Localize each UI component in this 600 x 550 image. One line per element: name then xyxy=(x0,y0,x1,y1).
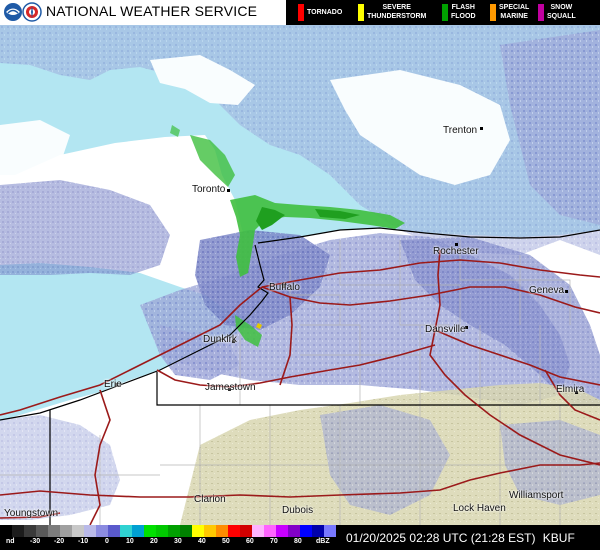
scale-swatch xyxy=(324,525,336,537)
scale-swatch xyxy=(300,525,312,537)
scale-label: 60 xyxy=(246,538,254,545)
warning-label: SPECIAL MARINE xyxy=(499,4,530,20)
radar-map-canvas xyxy=(0,25,600,525)
scale-label: 0 xyxy=(105,538,109,545)
scale-swatch xyxy=(168,525,180,537)
scale-label: -20 xyxy=(54,538,65,545)
status-bar: nd -30 -20 -10 0 10 20 30 40 50 60 70 80… xyxy=(0,525,600,550)
scale-swatch xyxy=(288,525,300,537)
radar-map[interactable]: Trenton Toronto Rochester Buffalo Geneva… xyxy=(0,25,600,525)
scale-swatch xyxy=(216,525,228,537)
scale-label: 50 xyxy=(222,538,230,545)
city-label-dubois: Dubois xyxy=(282,505,314,516)
scale-swatch xyxy=(84,525,96,537)
city-dot xyxy=(480,127,483,130)
header-bar: NATIONAL WEATHER SERVICE TORNADO SEVERE … xyxy=(0,0,600,26)
scale-label: -30 xyxy=(30,538,41,545)
city-label-elmira: Elmira xyxy=(556,384,585,395)
special-marine-swatch xyxy=(490,4,496,21)
scale-swatch xyxy=(96,525,108,537)
header-title: NATIONAL WEATHER SERVICE xyxy=(46,3,258,19)
snow-squall-swatch xyxy=(538,4,544,21)
city-dot xyxy=(227,189,230,192)
scale-label: 30 xyxy=(174,538,182,545)
scale-swatch xyxy=(240,525,252,537)
city-label-trenton: Trenton xyxy=(443,125,478,136)
city-label-buffalo: Buffalo xyxy=(269,282,300,293)
scale-swatch xyxy=(60,525,72,537)
warning-label: TORNADO xyxy=(307,9,343,16)
radar-timestamp: 01/20/2025 02:28 UTC (21:28 EST) KBUF xyxy=(346,531,575,545)
city-label-dansville: Dansville xyxy=(425,324,466,335)
scale-swatch xyxy=(252,525,264,537)
scale-label: nd xyxy=(6,538,15,545)
scale-label: 80 xyxy=(294,538,302,545)
scale-swatch xyxy=(132,525,144,537)
scale-swatch xyxy=(108,525,120,537)
scale-label: 10 xyxy=(126,538,134,545)
scale-swatch xyxy=(180,525,192,537)
city-dot xyxy=(565,290,568,293)
noaa-logo-icon xyxy=(4,3,22,21)
radar-viewer: NATIONAL WEATHER SERVICE TORNADO SEVERE … xyxy=(0,0,600,550)
scale-swatch xyxy=(48,525,60,537)
city-label-williamsport: Williamsport xyxy=(509,490,564,501)
city-label-toronto: Toronto xyxy=(192,184,226,195)
scale-label: 20 xyxy=(150,538,158,545)
city-label-clarion: Clarion xyxy=(194,494,226,505)
city-label-geneva: Geneva xyxy=(529,285,565,296)
scale-swatch xyxy=(312,525,324,537)
warning-label: SEVERE THUNDERSTORM xyxy=(367,4,427,20)
warning-legend: TORNADO SEVERE THUNDERSTORM FLASH FLOOD … xyxy=(286,0,600,25)
scale-swatch xyxy=(0,525,12,537)
severe-thunderstorm-swatch xyxy=(358,4,364,21)
city-label-erie: Erie xyxy=(104,379,122,390)
agency-logos xyxy=(4,2,42,22)
warning-label: FLASH FLOOD xyxy=(451,4,476,20)
city-label-dunkirk: Dunkirk xyxy=(203,334,237,345)
scale-swatch xyxy=(120,525,132,537)
nws-logo-icon xyxy=(22,2,42,22)
flash-flood-swatch xyxy=(442,4,448,21)
scale-swatch xyxy=(276,525,288,537)
scale-label: 40 xyxy=(198,538,206,545)
city-label-youngstown: Youngstown xyxy=(4,508,59,519)
radar-site-id: KBUF xyxy=(542,531,575,545)
scale-swatch xyxy=(24,525,36,537)
scale-swatch xyxy=(36,525,48,537)
city-label-jamestown: Jamestown xyxy=(205,382,256,393)
warning-label: SNOW SQUALL xyxy=(547,4,576,20)
scale-swatch xyxy=(72,525,84,537)
scale-label: 70 xyxy=(270,538,278,545)
city-label-rochester: Rochester xyxy=(433,246,479,257)
scale-swatch xyxy=(12,525,24,537)
scale-swatch xyxy=(204,525,216,537)
scale-swatch xyxy=(192,525,204,537)
scale-swatch xyxy=(264,525,276,537)
scale-swatch xyxy=(144,525,156,537)
scale-swatch xyxy=(228,525,240,537)
city-label-lock-haven: Lock Haven xyxy=(453,503,506,514)
tornado-swatch xyxy=(298,4,304,21)
scale-label: -10 xyxy=(78,538,89,545)
timestamp-text: 01/20/2025 02:28 UTC (21:28 EST) xyxy=(346,531,536,545)
scale-swatch xyxy=(156,525,168,537)
scale-label: dBZ xyxy=(316,538,330,545)
